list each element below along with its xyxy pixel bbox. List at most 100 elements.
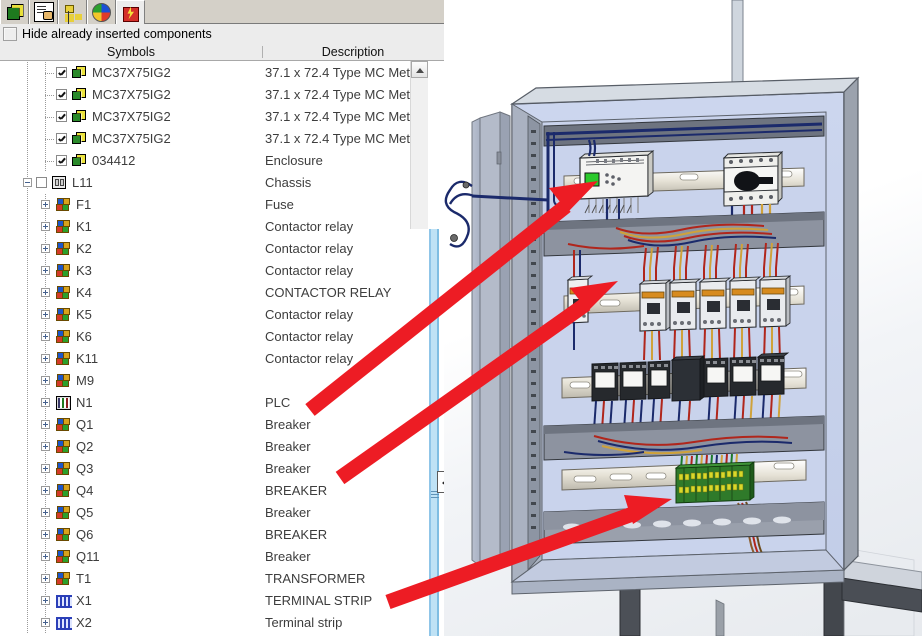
- tree-row[interactable]: K2 Contactor relay: [0, 238, 444, 260]
- tree-row-description: TERMINAL STRIP: [265, 593, 373, 608]
- tree-row[interactable]: K11 Contactor relay: [0, 348, 444, 370]
- tree-row[interactable]: K3 Contactor relay: [0, 260, 444, 282]
- tree-row[interactable]: Q2 Breaker: [0, 436, 444, 458]
- tree-row-checkbox[interactable]: [56, 133, 67, 144]
- tree-elbow: [45, 73, 55, 74]
- tree-row[interactable]: F1 Fuse: [0, 194, 444, 216]
- tree-row[interactable]: MC37X75IG2 37.1 x 72.4 Type MC Met: [0, 106, 444, 128]
- expand-node-icon[interactable]: [41, 420, 50, 429]
- hide-inserted-row[interactable]: Hide already inserted components: [0, 24, 444, 44]
- tree-row-symbol: N1: [76, 395, 93, 410]
- tree-row[interactable]: Q1 Breaker: [0, 414, 444, 436]
- expand-node-icon[interactable]: [41, 618, 50, 627]
- tree-guide-line: [27, 128, 28, 150]
- tree-row[interactable]: 034412 Enclosure: [0, 150, 444, 172]
- component-cubes-icon: [56, 462, 72, 476]
- tree-row-checkbox[interactable]: [56, 67, 67, 78]
- tree-guide-line: [27, 216, 28, 238]
- tree-row[interactable]: X1 TERMINAL STRIP: [0, 590, 444, 612]
- component-cubes-icon: [56, 220, 72, 234]
- component-cubes-icon: [56, 264, 72, 278]
- component-tree[interactable]: MC37X75IG2 37.1 x 72.4 Type MC Met MC37X75…: [0, 61, 444, 637]
- expand-node-icon[interactable]: [41, 596, 50, 605]
- panel-splitter[interactable]: [428, 229, 444, 636]
- tree-row-symbol: Q3: [76, 461, 94, 476]
- tree-row-symbol: Q2: [76, 439, 94, 454]
- expand-node-icon[interactable]: [41, 398, 50, 407]
- expand-node-icon[interactable]: [41, 508, 50, 517]
- tree-row-symbol: K1: [76, 219, 92, 234]
- tree-row[interactable]: M9: [0, 370, 444, 392]
- expand-node-icon[interactable]: [41, 332, 50, 341]
- expand-node-icon[interactable]: [41, 200, 50, 209]
- tree-row-symbol: Q1: [76, 417, 94, 432]
- expand-node-icon[interactable]: [41, 222, 50, 231]
- tree-elbow: [45, 95, 55, 96]
- chassis-icon: [52, 176, 66, 189]
- tree-row[interactable]: K4 CONTACTOR RELAY: [0, 282, 444, 304]
- cabinet-box-icon: [6, 3, 24, 21]
- tree-row[interactable]: X2 Terminal strip: [0, 612, 444, 634]
- tree-row[interactable]: K5 Contactor relay: [0, 304, 444, 326]
- tree-row-checkbox[interactable]: [36, 177, 47, 188]
- tree-row[interactable]: T1 TRANSFORMER: [0, 568, 444, 590]
- expand-node-icon[interactable]: [41, 354, 50, 363]
- tab-tree[interactable]: [58, 0, 87, 24]
- expand-node-icon[interactable]: [41, 464, 50, 473]
- column-header-description[interactable]: Description: [263, 44, 443, 60]
- tree-guide-line: [27, 546, 28, 568]
- tree-vertical-scrollbar[interactable]: [410, 61, 428, 229]
- tree-row-symbol: F1: [76, 197, 92, 212]
- tree-guide-line: [27, 612, 28, 634]
- tree-elbow: [45, 117, 55, 118]
- tree-row[interactable]: MC37X75IG2 37.1 x 72.4 Type MC Met: [0, 128, 444, 150]
- tree-row[interactable]: Q6 BREAKER: [0, 524, 444, 546]
- graphics-viewport[interactable]: [444, 0, 922, 636]
- expand-node-icon[interactable]: [41, 288, 50, 297]
- expand-node-icon[interactable]: [41, 552, 50, 561]
- hide-inserted-checkbox[interactable]: [3, 27, 17, 41]
- expand-node-icon[interactable]: [41, 266, 50, 275]
- tree-guide-line: [27, 62, 28, 84]
- tree-row[interactable]: Q11 Breaker: [0, 546, 444, 568]
- expand-node-icon[interactable]: [41, 486, 50, 495]
- tab-cabinet[interactable]: [0, 0, 29, 24]
- hide-inserted-label: Hide already inserted components: [22, 27, 212, 41]
- expand-node-icon[interactable]: [41, 310, 50, 319]
- tree-guide-line: [27, 458, 28, 480]
- tree-row[interactable]: Q4 BREAKER: [0, 480, 444, 502]
- expand-node-icon[interactable]: [41, 376, 50, 385]
- tree-row[interactable]: MC37X75IG2 37.1 x 72.4 Type MC Met: [0, 62, 444, 84]
- tree-guide-line: [27, 238, 28, 260]
- tab-report[interactable]: [29, 0, 58, 24]
- tree-row-checkbox[interactable]: [56, 111, 67, 122]
- tree-row[interactable]: K6 Contactor relay: [0, 326, 444, 348]
- tree-row-description: Contactor relay: [265, 263, 354, 278]
- tree-row-symbol: MC37X75IG2: [92, 65, 171, 80]
- expand-node-icon[interactable]: [41, 574, 50, 583]
- scroll-up-arrow-icon[interactable]: [411, 61, 428, 78]
- component-cubes-icon: [56, 286, 72, 300]
- collapse-node-icon[interactable]: [23, 178, 32, 187]
- tree-row-symbol: K6: [76, 329, 92, 344]
- tree-guide-line: [27, 502, 28, 524]
- tree-row[interactable]: L11 Chassis: [0, 172, 444, 194]
- tree-row[interactable]: K1 Contactor relay: [0, 216, 444, 238]
- tree-row-checkbox[interactable]: [56, 155, 67, 166]
- column-header-symbols[interactable]: Symbols: [0, 44, 262, 60]
- tree-row-checkbox[interactable]: [56, 89, 67, 100]
- tab-appearance[interactable]: [87, 0, 116, 24]
- tree-row-description: Terminal strip: [265, 615, 343, 630]
- expand-node-icon[interactable]: [41, 244, 50, 253]
- expand-node-icon[interactable]: [41, 442, 50, 451]
- tree-guide-line: [27, 194, 28, 216]
- expand-node-icon[interactable]: [41, 530, 50, 539]
- tree-row-symbol: T1: [76, 571, 92, 586]
- tree-row[interactable]: N1 PLC: [0, 392, 444, 414]
- tree-row[interactable]: Q3 Breaker: [0, 458, 444, 480]
- green-yellow-box-icon: [72, 88, 87, 102]
- tree-row[interactable]: Q5 Breaker: [0, 502, 444, 524]
- tree-row-description: Chassis: [265, 175, 312, 190]
- tree-row[interactable]: MC37X75IG2 37.1 x 72.4 Type MC Met: [0, 84, 444, 106]
- tab-electrical[interactable]: [116, 0, 145, 25]
